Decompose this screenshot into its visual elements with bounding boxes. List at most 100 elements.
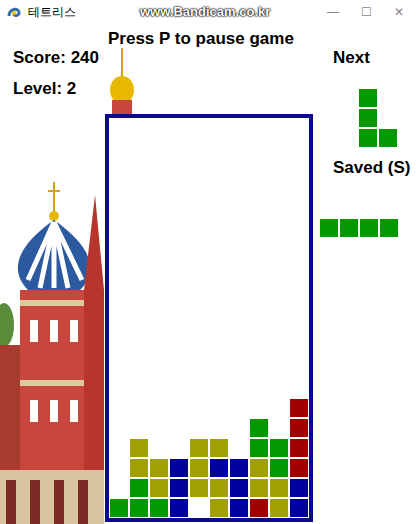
board-cell (249, 478, 269, 498)
board-block (290, 419, 308, 437)
board-cell (149, 178, 169, 198)
board-block (190, 319, 208, 337)
board-block (230, 239, 248, 257)
board-block (150, 499, 168, 517)
board-cell (129, 498, 149, 518)
board-cell (209, 418, 229, 438)
board-cell (109, 378, 129, 398)
board-cell (249, 218, 269, 238)
board-block (190, 479, 208, 497)
board-block (170, 119, 188, 137)
board-cell (229, 498, 249, 518)
board-cell (169, 138, 189, 158)
board-cell (189, 138, 209, 158)
maximize-button[interactable]: ☐ (361, 6, 372, 18)
board-block (250, 279, 268, 297)
board-block (290, 239, 308, 257)
board-cell (189, 358, 209, 378)
board-block (250, 239, 268, 257)
board-cell (269, 318, 289, 338)
board-block (290, 399, 308, 417)
board-cell (229, 198, 249, 218)
board-block (270, 479, 288, 497)
board-cell (269, 478, 289, 498)
board-block (250, 359, 268, 377)
board-cell (109, 358, 129, 378)
board-block (270, 459, 288, 477)
board-cell (289, 398, 309, 418)
board-block (250, 299, 268, 317)
board-cell (229, 318, 249, 338)
board-block (190, 299, 208, 317)
board-block (230, 119, 248, 137)
board-block (150, 379, 168, 397)
board-cell (189, 478, 209, 498)
board-block (110, 199, 128, 217)
board-cell (169, 458, 189, 478)
board-cell (169, 298, 189, 318)
next-piece (358, 88, 398, 148)
board-block (190, 279, 208, 297)
board-cell (209, 478, 229, 498)
board-block (230, 479, 248, 497)
board-cell (229, 338, 249, 358)
board-cell (129, 118, 149, 138)
board-block (150, 279, 168, 297)
board-cell (249, 458, 269, 478)
board-cell (229, 458, 249, 478)
board-block (150, 259, 168, 277)
board-cell (269, 378, 289, 398)
window-controls: — ☐ ✕ (327, 6, 410, 18)
board-block (150, 299, 168, 317)
board-block (290, 139, 308, 157)
board-block (270, 199, 288, 217)
board-block (250, 399, 268, 417)
board-block (210, 499, 228, 517)
board-block (230, 439, 248, 457)
board-block (130, 479, 148, 497)
board-cell (249, 498, 269, 518)
board-cell (209, 398, 229, 418)
board-cell (269, 338, 289, 358)
board-block (250, 199, 268, 217)
board-block (290, 199, 308, 217)
board-cell (269, 438, 289, 458)
board-block (110, 219, 128, 237)
board-block (290, 319, 308, 337)
board-cell (229, 358, 249, 378)
board-block (230, 219, 248, 237)
board-block (150, 159, 168, 177)
piece-cell (378, 128, 398, 148)
minimize-button[interactable]: — (327, 6, 339, 18)
next-label: Next (333, 45, 370, 71)
board-block (170, 239, 188, 257)
board-cell (269, 178, 289, 198)
close-button[interactable]: ✕ (394, 6, 404, 18)
board-cell (189, 498, 209, 518)
piece-cell (339, 218, 359, 238)
board-cell (149, 318, 169, 338)
board-cell (229, 258, 249, 278)
board-cell (129, 298, 149, 318)
board-block (150, 459, 168, 477)
board-block (110, 279, 128, 297)
board-block (290, 299, 308, 317)
board-block (210, 219, 228, 237)
board-block (170, 159, 188, 177)
game-board (105, 114, 313, 522)
piece-block (360, 219, 378, 237)
piece-cell (319, 218, 339, 238)
board-cell (249, 418, 269, 438)
window-title: 테트리스 (28, 3, 76, 21)
board-cell (169, 318, 189, 338)
board-block (190, 379, 208, 397)
board-block (210, 379, 228, 397)
board-cell (249, 358, 269, 378)
board-block (270, 119, 288, 137)
piece-cell (358, 128, 378, 148)
board-block (210, 179, 228, 197)
board-cell (229, 378, 249, 398)
board-cell (129, 158, 149, 178)
board-cell (289, 318, 309, 338)
board-block (170, 439, 188, 457)
